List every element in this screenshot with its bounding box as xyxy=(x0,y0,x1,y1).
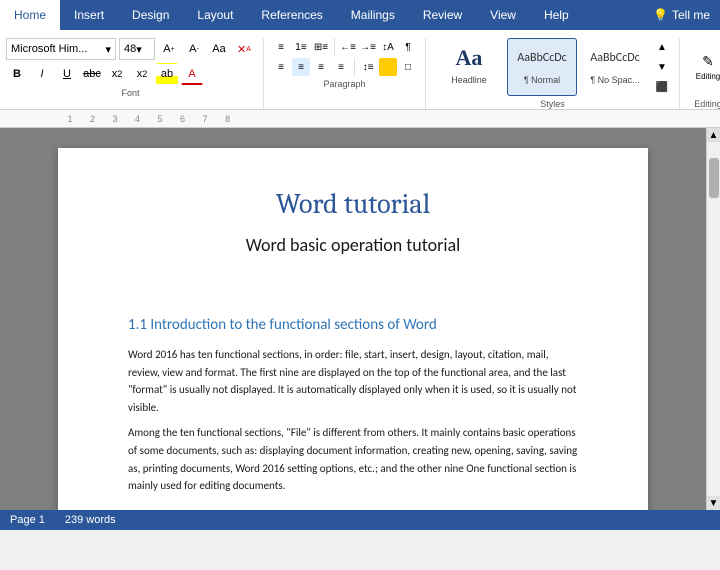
ruler: 1 2 3 4 5 6 7 8 xyxy=(0,110,720,128)
sort-button[interactable]: ↕A xyxy=(379,38,397,56)
page-status: Page 1 xyxy=(10,514,45,526)
styles-more[interactable]: ⬛ xyxy=(653,78,671,96)
tab-insert[interactable]: Insert xyxy=(60,0,118,30)
bold-button[interactable]: B xyxy=(6,63,28,85)
doc-title-blue: Word tutorial xyxy=(128,188,578,220)
word-count: 239 words xyxy=(65,514,116,526)
tab-view-label: View xyxy=(490,8,516,22)
decrease-indent-button[interactable]: ←≡ xyxy=(339,38,357,56)
tell-me-label: Tell me xyxy=(672,8,710,22)
line-spacing-button[interactable]: ↕≡ xyxy=(359,58,377,76)
scroll-up-button[interactable]: ▲ xyxy=(707,128,720,142)
style-no-spacing[interactable]: AaBbCcDc ¶ No Spac... xyxy=(580,38,650,96)
tab-mailings[interactable]: Mailings xyxy=(337,0,409,30)
section1-heading: 1.1 Introduction to the functional secti… xyxy=(128,316,578,334)
subscript-button[interactable]: x2 xyxy=(106,63,128,85)
font-name-input[interactable]: Microsoft Him... ▾ xyxy=(6,38,116,60)
increase-font-button[interactable]: A+ xyxy=(158,38,180,60)
tab-view[interactable]: View xyxy=(476,0,530,30)
ribbon: Microsoft Him... ▾ 48 ▾ A+ A- Aa ✕A B I … xyxy=(0,30,720,110)
font-group-label: Font xyxy=(6,88,255,98)
align-right-button[interactable]: ≡ xyxy=(312,58,330,76)
tab-layout-label: Layout xyxy=(197,8,233,22)
highlight-button[interactable]: ab xyxy=(156,63,178,85)
increase-indent-button[interactable]: →≡ xyxy=(359,38,377,56)
section1-para1: Word 2016 has ten functional sections, i… xyxy=(128,346,578,416)
style-headline-label: Headline xyxy=(451,75,487,85)
scroll-down-button[interactable]: ▼ xyxy=(707,496,720,510)
tab-insert-label: Insert xyxy=(74,8,104,22)
tab-review[interactable]: Review xyxy=(409,0,476,30)
editing-group-label: Editing xyxy=(688,99,720,109)
style-normal[interactable]: AaBbCcDc ¶ Normal xyxy=(507,38,577,96)
font-size-value: 48 xyxy=(124,43,136,55)
scrollbar-thumb[interactable] xyxy=(709,158,719,198)
vertical-scrollbar[interactable]: ▲ ▼ xyxy=(706,128,720,510)
align-center-button[interactable]: ≡ xyxy=(292,58,310,76)
font-group: Microsoft Him... ▾ 48 ▾ A+ A- Aa ✕A B I … xyxy=(6,38,264,109)
decrease-font-button[interactable]: A- xyxy=(183,38,205,60)
document-area: Word tutorial Word basic operation tutor… xyxy=(0,128,706,510)
styles-scroll-up[interactable]: ▲ xyxy=(653,38,671,56)
style-normal-preview: AaBbCcDc xyxy=(517,41,566,75)
multilevel-button[interactable]: ⊞≡ xyxy=(312,38,330,56)
styles-group-label: Styles xyxy=(434,99,671,109)
clear-format-button[interactable]: ✕A xyxy=(233,38,255,60)
editing-button[interactable]: ✎ Editing xyxy=(688,42,720,92)
tab-references-label: References xyxy=(261,8,322,22)
font-size-dropdown-icon: ▾ xyxy=(136,43,142,56)
styles-scroll-down[interactable]: ▼ xyxy=(653,58,671,76)
bullets-button[interactable]: ≡ xyxy=(272,38,290,56)
style-no-spacing-preview: AaBbCcDc xyxy=(590,41,639,75)
show-hide-button[interactable]: ¶ xyxy=(399,38,417,56)
doc-title-black: Word basic operation tutorial xyxy=(128,234,578,256)
numbering-button[interactable]: 1≡ xyxy=(292,38,310,56)
font-size-input[interactable]: 48 ▾ xyxy=(119,38,155,60)
ruler-content: 1 2 3 4 5 6 7 8 xyxy=(60,114,230,124)
tab-bar: Home Insert Design Layout References Mai… xyxy=(0,0,720,30)
underline-button[interactable]: U xyxy=(56,63,78,85)
font-name-dropdown-icon: ▾ xyxy=(105,43,111,56)
editing-group: ✎ Editing Editing xyxy=(680,38,720,109)
tell-me-area[interactable]: 💡 Tell me xyxy=(643,0,720,30)
status-bar: Page 1 239 words xyxy=(0,510,720,530)
editing-icon: ✎ xyxy=(702,53,714,70)
italic-button[interactable]: I xyxy=(31,63,53,85)
style-no-spacing-label: ¶ No Spac... xyxy=(590,75,639,85)
paragraph-group: ≡ 1≡ ⊞≡ ←≡ →≡ ↕A ¶ ≡ ≡ ≡ ≡ ↕≡ □ Paragrap… xyxy=(264,38,426,109)
styles-scroll: ▲ ▼ ⬛ xyxy=(653,38,671,96)
section1-para2: Among the ten functional sections, "File… xyxy=(128,424,578,494)
superscript-button[interactable]: x2 xyxy=(131,63,153,85)
styles-group: Aa Headline AaBbCcDc ¶ Normal AaBbCcDc ¶… xyxy=(426,38,680,109)
document-page: Word tutorial Word basic operation tutor… xyxy=(58,148,648,510)
tab-references[interactable]: References xyxy=(247,0,336,30)
font-name-value: Microsoft Him... xyxy=(11,43,87,55)
shading-button[interactable] xyxy=(379,58,397,76)
style-headline[interactable]: Aa Headline xyxy=(434,38,504,96)
borders-button[interactable]: □ xyxy=(399,58,417,76)
tab-review-label: Review xyxy=(423,8,462,22)
font-color-button[interactable]: A xyxy=(181,63,203,85)
style-normal-label: ¶ Normal xyxy=(524,75,560,85)
tab-design-label: Design xyxy=(132,8,169,22)
justify-button[interactable]: ≡ xyxy=(332,58,350,76)
tab-help[interactable]: Help xyxy=(530,0,583,30)
align-left-button[interactable]: ≡ xyxy=(272,58,290,76)
style-headline-preview: Aa xyxy=(456,41,483,75)
tab-mailings-label: Mailings xyxy=(351,8,395,22)
change-case-button[interactable]: Aa xyxy=(208,38,230,60)
editing-label: Editing xyxy=(696,72,720,81)
main-layout: Word tutorial Word basic operation tutor… xyxy=(0,128,720,510)
lightbulb-icon: 💡 xyxy=(653,8,668,22)
strikethrough-button[interactable]: abc xyxy=(81,63,103,85)
tab-home[interactable]: Home xyxy=(0,0,60,30)
tab-layout[interactable]: Layout xyxy=(183,0,247,30)
tab-help-label: Help xyxy=(544,8,569,22)
tab-home-label: Home xyxy=(14,8,46,22)
paragraph-group-label: Paragraph xyxy=(272,79,417,89)
tab-design[interactable]: Design xyxy=(118,0,183,30)
